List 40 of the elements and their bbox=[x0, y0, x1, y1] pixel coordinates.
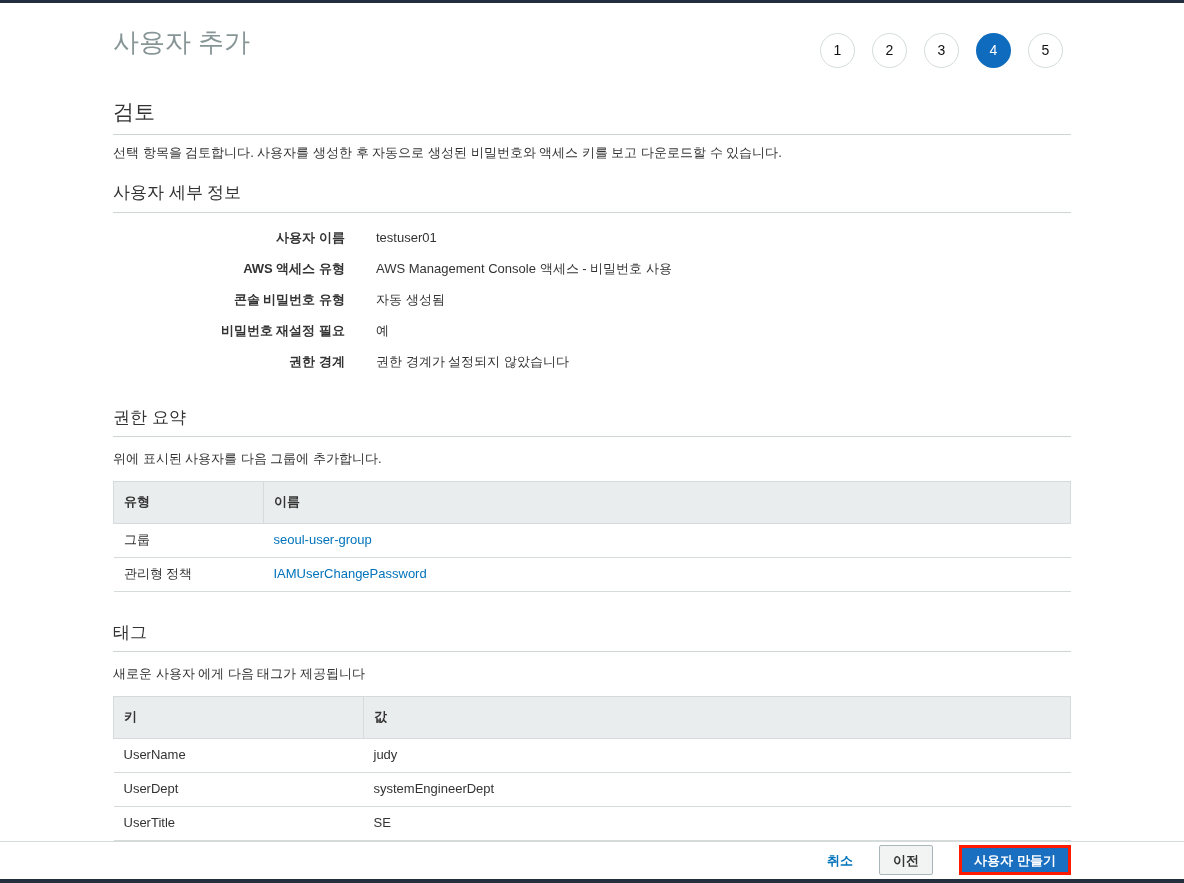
table-cell: UserTitle bbox=[123, 815, 176, 831]
table-cell: UserDept bbox=[123, 781, 179, 797]
cancel-link[interactable]: 취소 bbox=[827, 850, 854, 871]
previous-button[interactable]: 이전 bbox=[879, 845, 934, 876]
section-description: 선택 항목을 검토합니다. 사용자를 생성한 후 자동으로 생성된 비밀번호와 액세스 키를 보고 다운로드할 수 있습니다. bbox=[113, 143, 783, 162]
detail-value: testuser01 bbox=[376, 229, 437, 248]
table-link[interactable]: seoul-user-group bbox=[273, 532, 372, 548]
table-cell: systemEngineerDept bbox=[373, 781, 495, 797]
table-link[interactable]: IAMUserChangePassword bbox=[273, 566, 427, 582]
detail-value: AWS Management Console 액세스 - 비밀번호 사용 bbox=[376, 260, 672, 279]
column-header: 이름 bbox=[263, 481, 1071, 524]
table-cell: 그룹 bbox=[123, 532, 150, 548]
detail-value: 예 bbox=[376, 322, 389, 341]
detail-label: 비밀번호 재설정 필요 bbox=[219, 322, 345, 341]
step-indicator: 2 bbox=[872, 33, 907, 69]
table-cell: SE bbox=[373, 815, 391, 831]
step-indicator: 4 bbox=[976, 33, 1011, 69]
detail-value: 권한 경계가 설정되지 않았습니다 bbox=[376, 353, 569, 372]
detail-label: AWS 액세스 유형 bbox=[242, 260, 345, 279]
section-description: 위에 표시된 사용자를 다음 그룹에 추가합니다. bbox=[113, 450, 383, 469]
page-title: 사용자 추가 bbox=[113, 26, 251, 60]
section-heading: 권한 요약 bbox=[113, 404, 1071, 438]
section-heading: 사용자 세부 정보 bbox=[113, 180, 1071, 213]
detail-value: 자동 생성됨 bbox=[376, 291, 445, 310]
table-cell: 관리형 정책 bbox=[123, 566, 193, 582]
column-header: 값 bbox=[363, 696, 1071, 739]
section-heading: 태그 bbox=[113, 619, 1071, 653]
detail-label: 권한 경계 bbox=[288, 353, 345, 372]
table-cell: judy bbox=[373, 747, 398, 763]
create-user-button[interactable]: 사용자 만들기 bbox=[959, 845, 1071, 876]
step-indicator: 5 bbox=[1028, 33, 1063, 69]
column-header: 키 bbox=[113, 696, 364, 739]
section-heading: 검토 bbox=[113, 96, 1071, 135]
step-indicator: 3 bbox=[924, 33, 959, 69]
table-cell: UserName bbox=[123, 747, 186, 763]
detail-label: 콘솔 비밀번호 유형 bbox=[232, 291, 345, 310]
step-indicator: 1 bbox=[820, 33, 855, 69]
column-header: 유형 bbox=[113, 481, 264, 524]
detail-label: 사용자 이름 bbox=[275, 229, 345, 248]
section-description: 새로운 사용자 에게 다음 태그가 제공됩니다 bbox=[113, 665, 367, 684]
